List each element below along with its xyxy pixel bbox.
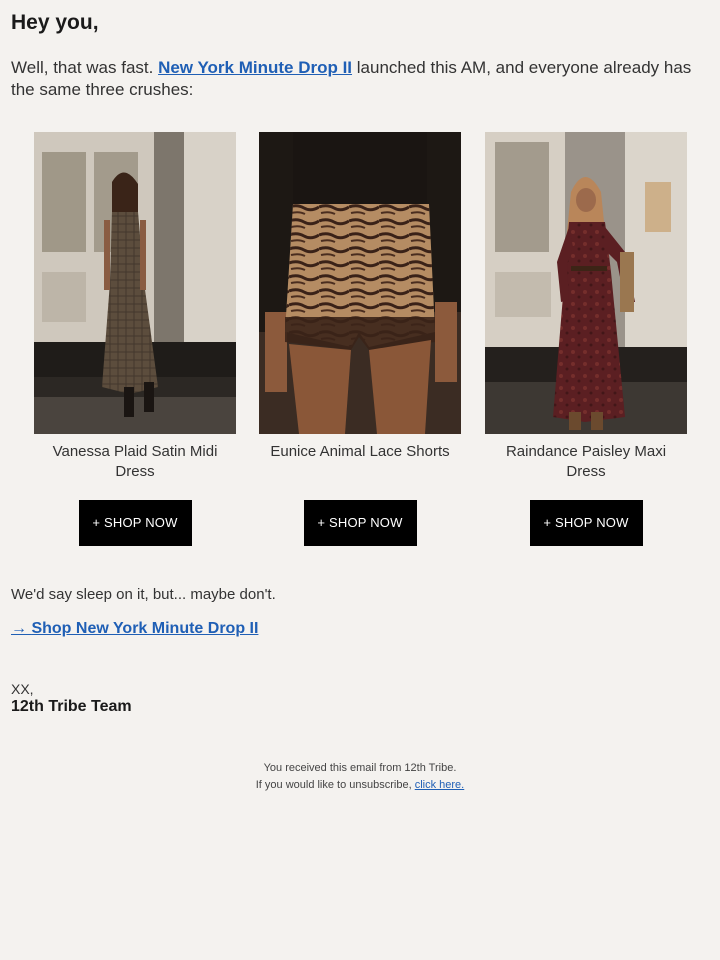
greeting-heading: Hey you, (11, 11, 99, 34)
footer-sender-line: You received this email from 12th Tribe. (263, 762, 457, 774)
product-grid: Vanessa Plaid Satin Midi Dress + SHOP NO… (0, 132, 720, 546)
signoff: XX, 12th Tribe Team (11, 680, 132, 716)
product-image-eunice-shorts[interactable] (259, 132, 461, 434)
footer-unsubscribe-line: If you would like to unsubscribe, click … (0, 777, 720, 794)
shop-now-button[interactable]: + SHOP NOW (303, 500, 417, 546)
shop-now-button[interactable]: + SHOP NOW (78, 500, 192, 546)
product-card: Vanessa Plaid Satin Midi Dress + SHOP NO… (34, 132, 236, 546)
collection-link[interactable]: New York Minute Drop II (158, 58, 352, 77)
shop-collection-link[interactable]: → Shop New York Minute Drop II (11, 620, 258, 637)
product-image-raindance-dress[interactable] (485, 132, 687, 434)
product-name: Raindance Paisley Maxi Dress (505, 443, 667, 480)
shop-now-button[interactable]: + SHOP NOW (529, 500, 643, 546)
signoff-team: 12th Tribe Team (11, 698, 132, 715)
product-name: Vanessa Plaid Satin Midi Dress (52, 443, 218, 480)
product-card: Eunice Animal Lace Shorts + SHOP NOW (259, 132, 461, 546)
arrow-right-icon: → (11, 620, 27, 637)
product-name: Eunice Animal Lace Shorts (270, 443, 450, 460)
cta-link-label: Shop New York Minute Drop II (31, 620, 259, 637)
email-footer: You received this email from 12th Tribe.… (0, 760, 720, 794)
email-body: Hey you, Well, that was fast. New York M… (0, 0, 720, 960)
cta-row: → Shop New York Minute Drop II (11, 620, 258, 638)
intro-paragraph: Well, that was fast. New York Minute Dro… (11, 57, 701, 101)
intro-text-before: Well, that was fast. (11, 58, 159, 77)
footer-unsubscribe-text: If you would like to unsubscribe, (255, 779, 415, 791)
closing-line: We'd say sleep on it, but... maybe don't… (11, 586, 276, 603)
product-card: Raindance Paisley Maxi Dress + SHOP NOW (485, 132, 687, 546)
signoff-xx: XX, (11, 681, 34, 697)
product-image-vanessa-dress[interactable] (34, 132, 236, 434)
unsubscribe-link[interactable]: click here. (415, 779, 465, 791)
